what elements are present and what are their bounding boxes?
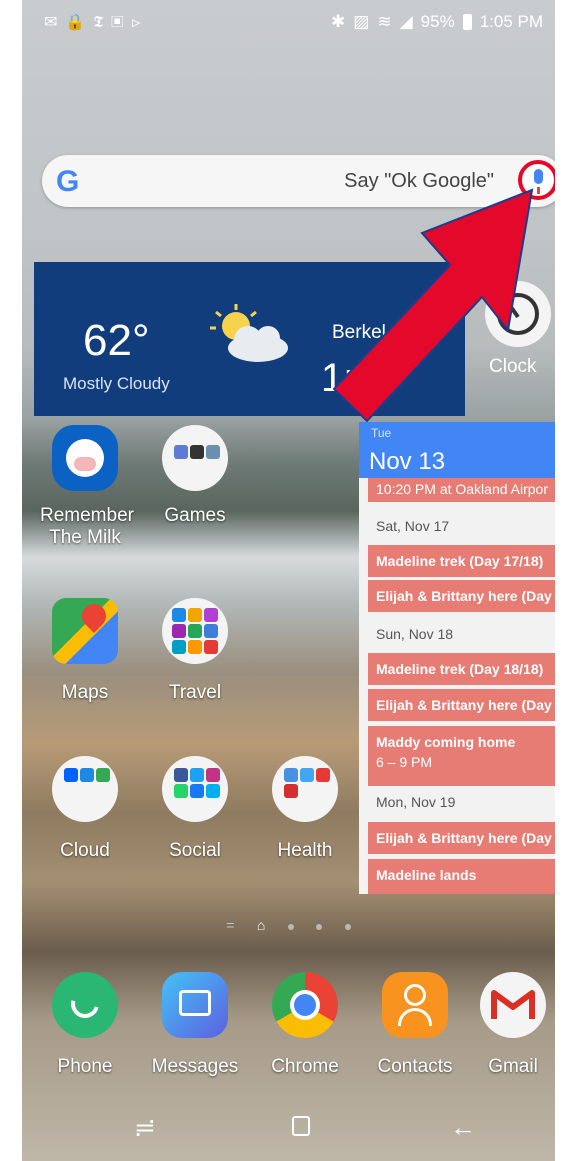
- maps-icon: [52, 598, 118, 664]
- calendar-date: Nov 13: [369, 448, 446, 475]
- weather-temperature: 62°: [83, 316, 150, 365]
- status-bar: ✉🔒𝕿▣⊳ ✱ ▨ ≋ ◢ 95% 1:05 PM: [22, 0, 555, 44]
- cow-icon: [52, 425, 118, 491]
- calendar-event[interactable]: Madeline lands: [368, 859, 555, 894]
- calendar-day-label: Mon, Nov 19: [376, 794, 456, 810]
- calendar-event[interactable]: Maddy coming home 6 – 9 PM: [368, 726, 555, 786]
- app-label: Health: [277, 840, 333, 861]
- app-label: Phone: [57, 1056, 113, 1077]
- lock-icon: 🔒: [65, 14, 94, 31]
- folder-games[interactable]: Games: [150, 425, 240, 527]
- calendar-event[interactable]: Elijah & Brittany here (Day 4: [368, 822, 555, 854]
- calendar-event[interactable]: Madeline trek (Day 17/18): [368, 545, 555, 577]
- app-label: Remember The Milk: [40, 505, 134, 548]
- dock-chrome[interactable]: Chrome: [260, 972, 350, 1078]
- recent-apps-icon[interactable]: ≓: [134, 1112, 156, 1143]
- app-label: Cloud: [60, 840, 110, 861]
- menu-lines-icon: =: [226, 917, 235, 933]
- app-label: Chrome: [271, 1056, 339, 1077]
- calendar-day-label: Sat, Nov 17: [376, 518, 450, 534]
- folder-icon: [272, 756, 338, 822]
- page-indicator: = ⌂: [22, 917, 555, 937]
- dock-messages[interactable]: Messages: [150, 972, 240, 1078]
- calendar-header: Tue Nov 13: [359, 422, 555, 478]
- calendar-event-time: 6 – 9 PM: [376, 754, 433, 770]
- app-label: Games: [164, 505, 226, 526]
- page-dot[interactable]: [316, 924, 323, 930]
- bluetooth-icon: ✱: [331, 12, 346, 31]
- calendar-event-title: Maddy coming home: [376, 734, 516, 750]
- app-label: Social: [169, 840, 221, 861]
- calendar-widget[interactable]: Tue Nov 13 10:20 PM at Oakland Airpor Sa…: [359, 422, 555, 894]
- navigation-bar: ≓ ←: [22, 1098, 555, 1161]
- calendar-weekday: Tue: [371, 426, 392, 440]
- calendar-event[interactable]: 10:20 PM at Oakland Airpor: [368, 478, 555, 502]
- wifi-icon: ≋: [377, 12, 392, 31]
- messages-icon: [162, 972, 228, 1038]
- notification-icons: ✉🔒𝕿▣⊳: [44, 12, 149, 32]
- back-icon[interactable]: ←: [450, 1112, 476, 1143]
- page-dot[interactable]: [344, 924, 351, 930]
- email-icon: ✉: [44, 14, 66, 31]
- chrome-icon: [272, 972, 338, 1038]
- app-label: Messages: [151, 1056, 239, 1077]
- app-remember-the-milk[interactable]: Remember The Milk: [40, 425, 134, 549]
- partly-cloudy-icon: [210, 304, 288, 362]
- gmail-icon: [480, 972, 546, 1038]
- cast-icon: ⊳: [131, 14, 149, 31]
- status-time: 1:05 PM: [479, 12, 543, 31]
- folder-icon: [162, 756, 228, 822]
- contacts-icon: [382, 972, 448, 1038]
- dock-contacts[interactable]: Contacts: [370, 972, 460, 1078]
- battery-icon: [462, 14, 472, 30]
- battery-percent: 95%: [420, 12, 455, 31]
- folder-icon: [162, 425, 228, 491]
- folder-health[interactable]: Health: [260, 756, 350, 862]
- page-dot[interactable]: [287, 924, 294, 930]
- signal-icon: ◢: [399, 12, 413, 31]
- dock-phone[interactable]: Phone: [40, 972, 130, 1078]
- app-label: Travel: [168, 682, 222, 703]
- annotation-arrow: [332, 188, 534, 423]
- calendar-event[interactable]: Madeline trek (Day 18/18): [368, 653, 555, 685]
- news-icon: 𝕿: [93, 14, 112, 31]
- folder-travel[interactable]: Travel: [150, 598, 240, 704]
- app-label: Gmail: [488, 1056, 538, 1077]
- app-label: Maps: [61, 682, 109, 703]
- nfc-icon: ▨: [353, 12, 370, 31]
- home-page-icon[interactable]: ⌂: [257, 917, 265, 933]
- folder-social[interactable]: Social: [150, 756, 240, 862]
- status-right: ✱ ▨ ≋ ◢ 95% 1:05 PM: [331, 12, 543, 32]
- calendar-day-label: Sun, Nov 18: [376, 626, 454, 642]
- phone-screen: ✉🔒𝕿▣⊳ ✱ ▨ ≋ ◢ 95% 1:05 PM G Say "Ok Goog…: [22, 0, 555, 1161]
- calendar-event[interactable]: Elijah & Brittany here (Day 2: [368, 580, 555, 612]
- folder-icon: [162, 598, 228, 664]
- folder-icon: [52, 756, 118, 822]
- home-button-icon[interactable]: [292, 1116, 310, 1136]
- dock-gmail[interactable]: Gmail: [480, 972, 546, 1078]
- folder-cloud[interactable]: Cloud: [40, 756, 130, 862]
- app-label: Contacts: [377, 1056, 453, 1077]
- google-g-icon: G: [56, 165, 80, 198]
- app-maps[interactable]: Maps: [40, 598, 130, 704]
- weather-condition: Mostly Cloudy: [63, 374, 170, 393]
- calendar-event[interactable]: Elijah & Brittany here (Day 3: [368, 689, 555, 721]
- phone-icon: [52, 972, 118, 1038]
- image-icon: ▣: [111, 14, 132, 31]
